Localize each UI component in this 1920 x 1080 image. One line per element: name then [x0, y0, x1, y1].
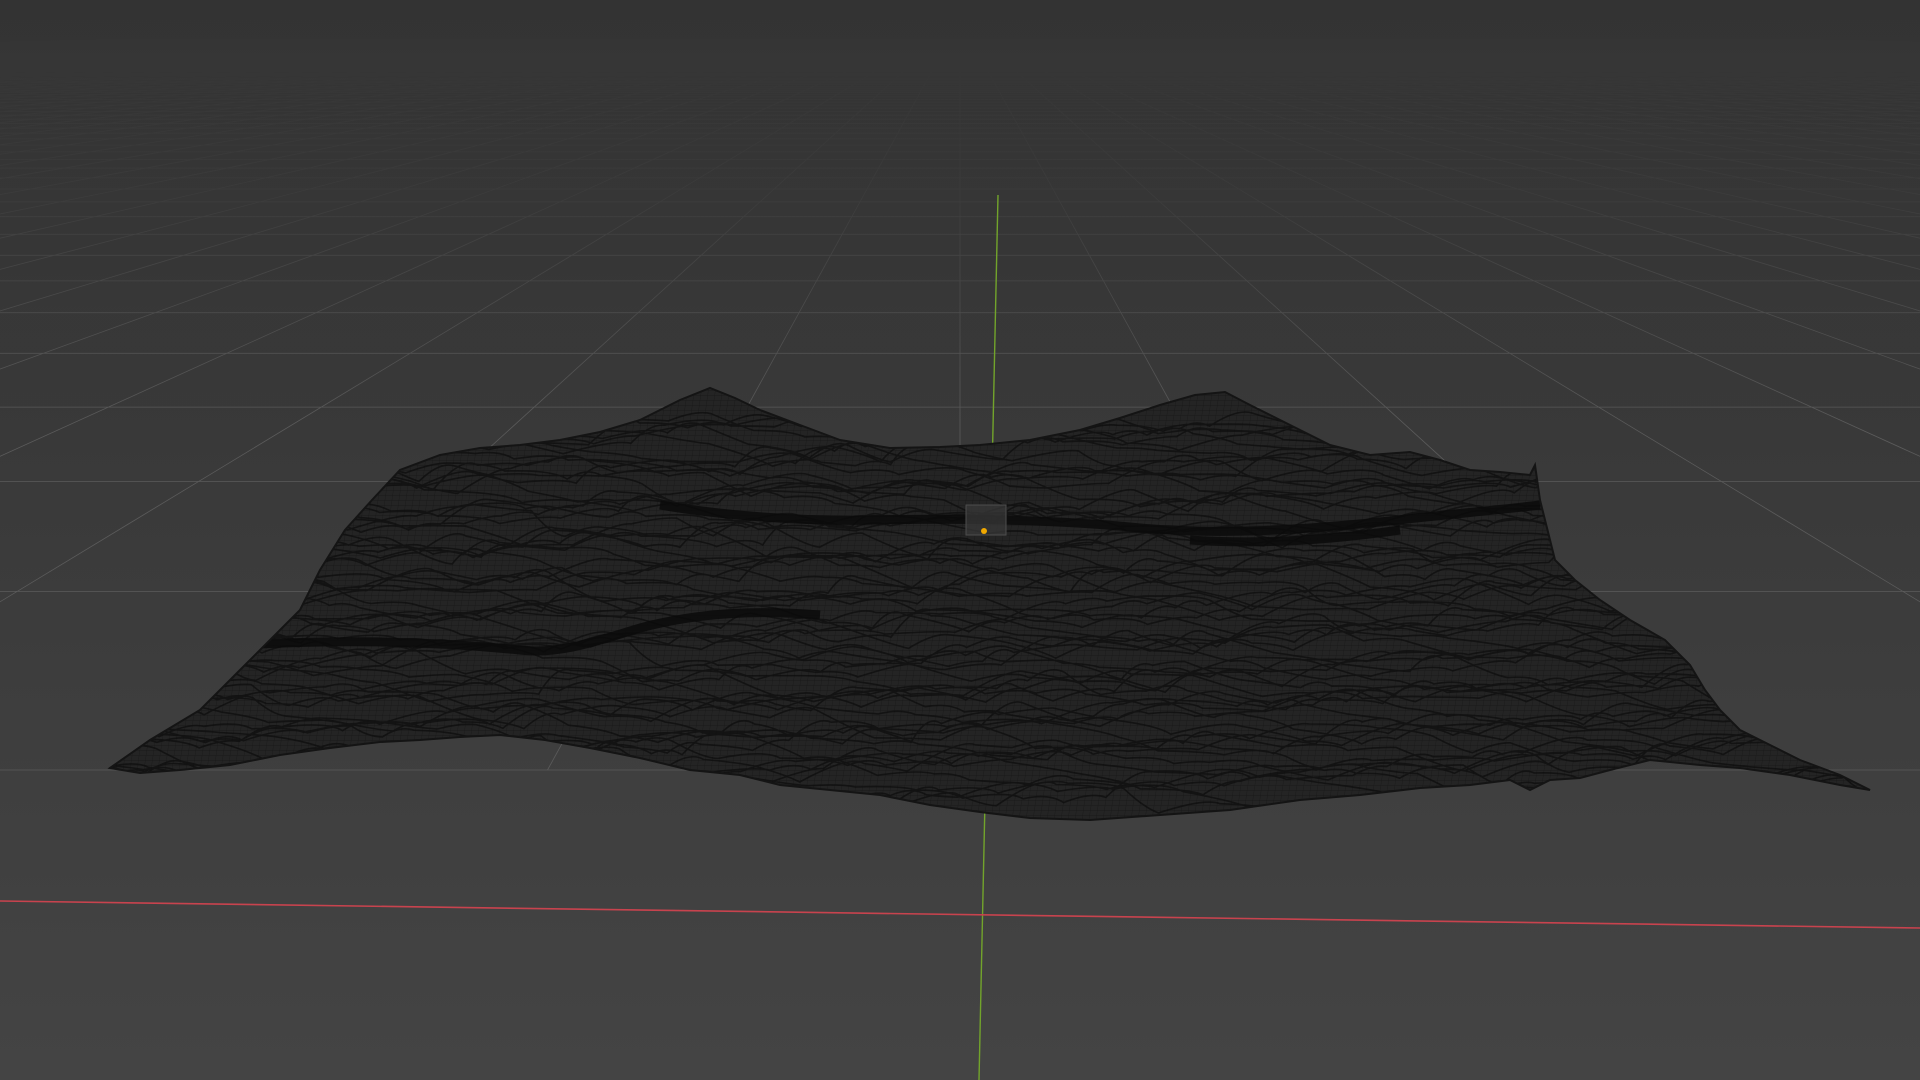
object-origin	[981, 528, 987, 534]
viewport-canvas[interactable]	[0, 0, 1920, 1080]
3d-viewport[interactable]	[0, 0, 1920, 1080]
